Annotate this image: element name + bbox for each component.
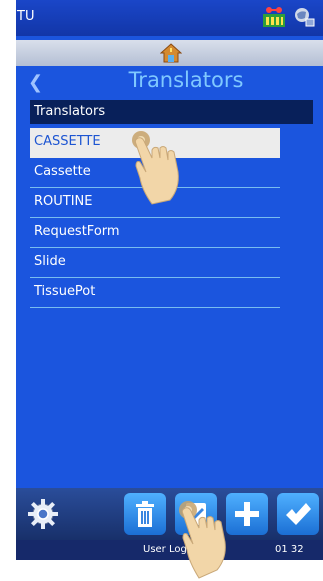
- network-icon: [295, 8, 315, 27]
- status-bar: TU: [16, 0, 323, 36]
- confirm-button[interactable]: [277, 493, 319, 535]
- trash-icon: [136, 501, 154, 527]
- printer-status-icon: [263, 7, 285, 27]
- list-header: Translators: [30, 100, 313, 124]
- list-item[interactable]: TissuePot: [30, 278, 280, 308]
- chevron-left-icon[interactable]: ❮: [28, 72, 43, 93]
- bottom-toolbar: [16, 488, 323, 540]
- house-icon[interactable]: [160, 42, 182, 64]
- check-icon: [286, 503, 311, 525]
- tap-hand-icon: [179, 501, 226, 579]
- gear-icon: [28, 499, 58, 529]
- list-item[interactable]: RequestForm: [30, 218, 280, 248]
- home-bar: [16, 40, 323, 66]
- list-item[interactable]: Slide: [30, 248, 280, 278]
- title-bar: ❮ Translators: [16, 66, 323, 98]
- device-screen: TU ❮ Translators Translators CASSETTE Cas…: [16, 0, 323, 560]
- delete-button[interactable]: [124, 493, 166, 535]
- settings-button[interactable]: [22, 493, 64, 535]
- status-footer: User Log 01 32: [16, 540, 323, 560]
- tap-hand-icon: [132, 131, 179, 205]
- clock-label: 01 32: [275, 544, 304, 555]
- page-title: Translators: [128, 68, 244, 92]
- status-label: TU: [17, 9, 35, 24]
